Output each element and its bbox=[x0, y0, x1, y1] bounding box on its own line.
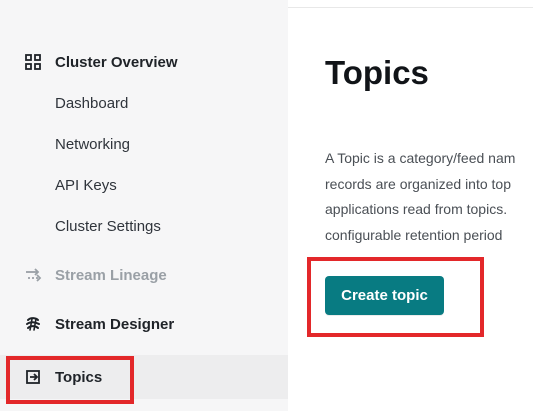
page-title: Topics bbox=[325, 54, 429, 91]
sidebar-item-cluster-settings[interactable]: Cluster Settings bbox=[55, 213, 161, 239]
sidebar-item-label: Stream Designer bbox=[55, 315, 175, 333]
sidebar-item-label: Topics bbox=[55, 368, 103, 386]
grid-icon bbox=[24, 53, 42, 71]
sidebar-item-dashboard[interactable]: Dashboard bbox=[55, 90, 128, 116]
sidebar-item-cluster-overview[interactable]: Cluster Overview bbox=[24, 48, 178, 76]
sidebar-item-stream-designer[interactable]: Stream Designer bbox=[24, 310, 174, 338]
create-topic-button[interactable]: Create topic bbox=[325, 276, 444, 315]
sidebar-item-stream-lineage[interactable]: Stream Lineage bbox=[24, 261, 167, 289]
description-line: configurable retention period bbox=[325, 226, 503, 243]
description-line: applications read from topics. bbox=[325, 201, 508, 217]
left-sidebar: Cluster Overview Dashboard Networking AP… bbox=[0, 0, 288, 411]
sidebar-subitem-label: Cluster Settings bbox=[55, 217, 161, 235]
sidebar-item-label: Cluster Overview bbox=[55, 53, 178, 71]
topics-icon bbox=[24, 368, 42, 386]
sidebar-item-api-keys[interactable]: API Keys bbox=[55, 172, 117, 198]
stream-lineage-icon bbox=[24, 266, 42, 284]
main-content: Topics A Topic is a category/feed nam re… bbox=[288, 8, 533, 411]
sidebar-item-label: Stream Lineage bbox=[55, 266, 167, 284]
sidebar-subitem-label: Dashboard bbox=[55, 94, 129, 112]
app-window: Cluster Overview Dashboard Networking AP… bbox=[0, 0, 533, 411]
topic-description: A Topic is a category/feed nam records a… bbox=[325, 146, 533, 248]
sidebar-item-networking[interactable]: Networking bbox=[55, 131, 130, 157]
sidebar-subitem-label: Networking bbox=[55, 135, 131, 153]
description-line: records are organized into top bbox=[325, 175, 511, 192]
top-divider bbox=[288, 0, 533, 8]
description-line: A Topic is a category/feed nam bbox=[325, 150, 516, 166]
sidebar-item-topics[interactable]: Topics bbox=[24, 363, 102, 391]
sidebar-subitem-label: API Keys bbox=[55, 176, 117, 194]
stream-designer-icon bbox=[24, 315, 42, 333]
